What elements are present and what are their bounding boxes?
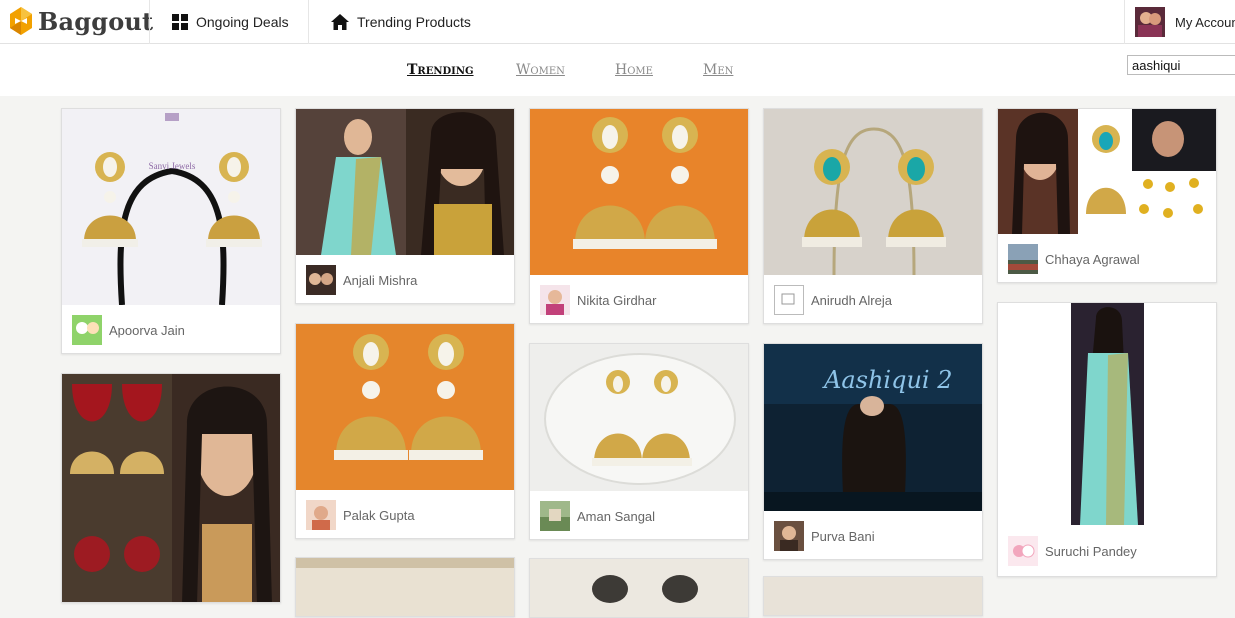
nav-trending-products-label: Trending Products — [357, 14, 471, 30]
broken-image-icon — [774, 285, 804, 315]
search-input[interactable] — [1127, 55, 1235, 75]
product-image — [296, 109, 514, 255]
nav-trending-products[interactable]: Trending Products — [308, 0, 498, 44]
user-name: Purva Bani — [811, 528, 875, 544]
user-avatar — [306, 500, 336, 530]
logo[interactable]: Baggout — [8, 2, 153, 40]
user-name: Anirudh Alreja — [811, 292, 892, 308]
product-card[interactable]: Aashiqui 2 Purva Bani — [763, 343, 983, 560]
product-image: Aashiqui 2 — [764, 344, 982, 511]
tab-women[interactable]: Women — [516, 62, 565, 78]
product-card[interactable] — [763, 576, 983, 616]
product-card[interactable]: Chhaya Agrawal — [997, 108, 1217, 283]
user-avatar — [540, 501, 570, 531]
account-label: My Account — [1175, 14, 1235, 30]
product-image — [764, 577, 982, 615]
product-card[interactable] — [295, 557, 515, 617]
top-bar: Baggout Ongoing Deals Trending Products — [0, 0, 1235, 44]
product-card[interactable]: Aman Sangal — [529, 343, 749, 540]
grid-icon — [172, 14, 188, 30]
logo-text: Baggout — [38, 6, 154, 36]
user-avatar — [72, 315, 102, 345]
product-image — [764, 109, 982, 275]
user-avatar — [774, 521, 804, 551]
home-icon — [331, 14, 349, 30]
account-menu[interactable]: My Account — [1124, 0, 1235, 44]
watermark-text: Sanvi Jewels — [149, 161, 196, 171]
product-card[interactable]: Anjali Mishra — [295, 108, 515, 304]
user-name: Nikita Girdhar — [577, 292, 657, 308]
product-image — [530, 344, 748, 491]
product-card[interactable] — [61, 373, 281, 603]
user-name: Apoorva Jain — [109, 322, 185, 338]
avatar — [1135, 7, 1165, 37]
product-card[interactable] — [529, 558, 749, 618]
product-image — [530, 559, 748, 617]
logo-icon — [10, 7, 32, 35]
tab-men[interactable]: Men — [703, 62, 733, 78]
tab-home[interactable]: Home — [615, 62, 653, 78]
nav-ongoing-deals-label: Ongoing Deals — [196, 14, 289, 30]
poster-title: Aashiqui 2 — [822, 366, 952, 394]
product-card[interactable]: Nikita Girdhar — [529, 108, 749, 324]
product-card[interactable]: Palak Gupta — [295, 323, 515, 539]
user-avatar — [306, 265, 336, 295]
product-image — [296, 324, 514, 490]
user-name: Anjali Mishra — [343, 272, 418, 288]
user-avatar — [1008, 244, 1038, 274]
product-card[interactable]: Sanvi Jewels Apoorva Jain — [61, 108, 281, 354]
user-name: Chhaya Agrawal — [1045, 251, 1140, 267]
user-name: Palak Gupta — [343, 507, 415, 523]
product-card[interactable]: Anirudh Alreja — [763, 108, 983, 324]
user-avatar — [1008, 536, 1038, 566]
product-image — [998, 303, 1216, 528]
user-name: Suruchi Pandey — [1045, 543, 1137, 559]
tab-trending[interactable]: Trending — [407, 62, 474, 78]
nav-ongoing-deals[interactable]: Ongoing Deals — [149, 0, 309, 44]
product-image — [998, 109, 1216, 234]
product-image: Sanvi Jewels — [62, 109, 280, 305]
product-image — [296, 558, 514, 616]
product-card[interactable]: Suruchi Pandey — [997, 302, 1217, 577]
user-name: Aman Sangal — [577, 508, 656, 524]
product-image — [62, 374, 280, 602]
user-avatar — [540, 285, 570, 315]
product-image — [530, 109, 748, 275]
